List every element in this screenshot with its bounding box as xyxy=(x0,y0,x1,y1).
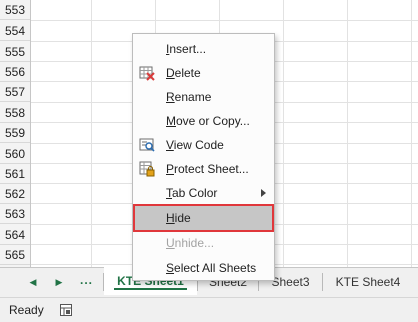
row-header[interactable]: 562 xyxy=(0,184,30,204)
menu-item-label: Hide xyxy=(166,211,191,225)
protect-sheet-icon xyxy=(139,161,155,177)
menu-item-view-code[interactable]: View Code xyxy=(133,133,274,157)
menu-item-label: Rename xyxy=(166,90,212,104)
menu-item-label: Select All Sheets xyxy=(166,261,257,275)
gridline xyxy=(347,0,348,267)
menu-item-label: Insert... xyxy=(166,42,207,56)
menu-item-delete[interactable]: Delete xyxy=(133,61,274,85)
row-header[interactable]: 561 xyxy=(0,164,30,184)
row-headers: 553 554 555 556 557 558 559 560 561 562 … xyxy=(0,0,31,267)
row-header[interactable]: 560 xyxy=(0,144,30,164)
scroll-tabs-right-button[interactable]: ▶ xyxy=(52,274,66,290)
row-header[interactable]: 556 xyxy=(0,62,30,82)
row-header[interactable]: 559 xyxy=(0,123,30,143)
menu-item-label: View Code xyxy=(166,138,224,152)
menu-item-label: Delete xyxy=(166,66,201,80)
active-tab-underline xyxy=(114,288,187,290)
row-header[interactable]: 558 xyxy=(0,103,30,123)
menu-item-select-all-sheets[interactable]: Select All Sheets xyxy=(133,256,274,280)
status-bar: Ready xyxy=(0,297,418,322)
row-header[interactable]: 555 xyxy=(0,42,30,62)
menu-item-label: Unhide... xyxy=(166,236,215,250)
menu-item-label: Tab Color xyxy=(166,186,218,200)
menu-item-hide[interactable]: Hide xyxy=(133,204,274,232)
more-tabs-button[interactable]: ... xyxy=(80,273,93,287)
gridline xyxy=(283,0,284,267)
tab-label: Sheet3 xyxy=(271,275,310,289)
menu-item-move-or-copy[interactable]: Move or Copy... xyxy=(133,109,274,133)
gridline xyxy=(411,0,412,267)
submenu-arrow-icon xyxy=(261,189,266,197)
row-header[interactable]: 553 xyxy=(0,0,30,20)
menu-item-insert[interactable]: Insert... xyxy=(133,37,274,61)
menu-item-tab-color[interactable]: Tab Color xyxy=(133,181,274,205)
menu-item-rename[interactable]: Rename xyxy=(133,85,274,109)
row-header[interactable]: 554 xyxy=(0,21,30,41)
tab-label: KTE Sheet4 xyxy=(335,275,401,289)
macro-recording-icon[interactable] xyxy=(60,304,72,316)
menu-item-protect-sheet[interactable]: Protect Sheet... xyxy=(133,157,274,181)
scroll-tabs-left-button[interactable]: ◀ xyxy=(26,274,40,290)
row-header[interactable]: 565 xyxy=(0,245,30,265)
menu-item-label: Move or Copy... xyxy=(166,114,250,128)
menu-item-label: Protect Sheet... xyxy=(166,162,249,176)
gridline xyxy=(91,0,92,267)
delete-sheet-icon xyxy=(139,66,155,81)
status-text: Ready xyxy=(9,303,44,317)
row-header[interactable]: 557 xyxy=(0,82,30,102)
row-header[interactable]: 564 xyxy=(0,225,30,245)
sheet-tab-context-menu: Insert... Delete Rename Move or Copy... … xyxy=(132,33,275,281)
menu-item-unhide[interactable]: Unhide... xyxy=(133,231,274,255)
tab-kte-sheet4[interactable]: KTE Sheet4 xyxy=(323,268,413,297)
gridline xyxy=(31,20,418,21)
row-header[interactable]: 563 xyxy=(0,204,30,224)
view-code-icon xyxy=(139,138,155,152)
